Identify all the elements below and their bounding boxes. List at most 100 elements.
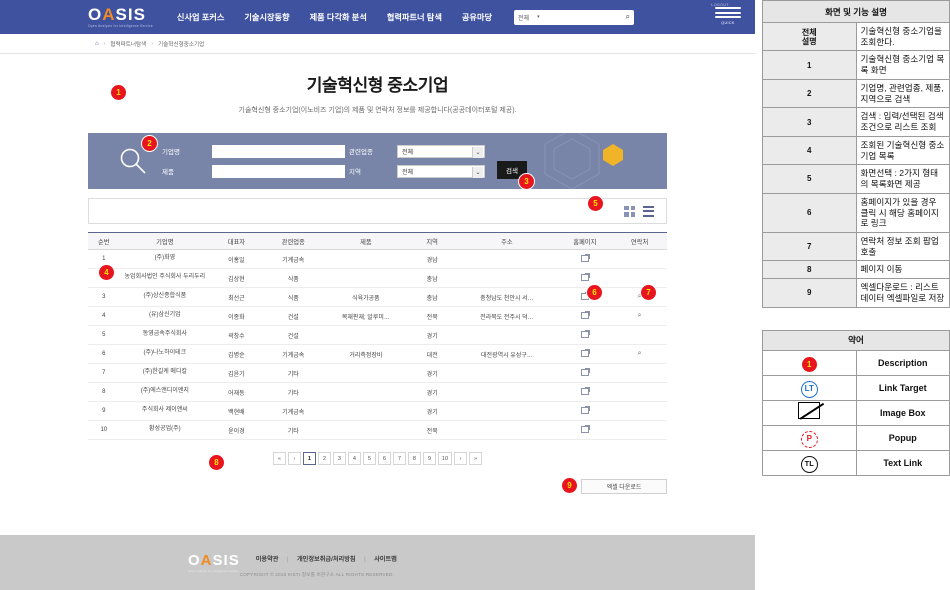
cell-product (323, 420, 408, 440)
table-row[interactable]: 7 (주)한길케 메디칼 김윤기 기타 경기 (88, 363, 667, 383)
search-icon[interactable]: ⌕ (626, 12, 630, 22)
quick-menu-button[interactable]: QUICK (715, 7, 741, 25)
cell-contact[interactable]: ⌕ (612, 344, 667, 364)
list-view-icon[interactable] (643, 205, 654, 217)
cell-homepage[interactable] (557, 249, 613, 269)
pagination-page-6[interactable]: 6 (377, 452, 391, 465)
homepage-link-icon[interactable] (580, 367, 590, 376)
site-logo[interactable]: OASIS Open Analysis for Intelligence Ser… (88, 6, 153, 28)
cell-contact[interactable]: ⌕ (612, 306, 667, 326)
cell-homepage[interactable] (557, 382, 613, 402)
pagination-prev[interactable]: ‹ (287, 452, 301, 465)
page-subtitle: 기술혁신형 중소기업(이노비즈 기업)의 제품 및 연락처 정보를 제공합니다(… (238, 107, 517, 114)
cell-product (323, 325, 408, 345)
homepage-link-icon[interactable] (580, 253, 590, 262)
table-row[interactable]: 2농업회사법인 주식회사 두리두리김상현식품충남 (88, 268, 667, 288)
callout-badge-2: 2 (142, 136, 157, 151)
cell-contact[interactable] (612, 363, 667, 383)
footer-link-privacy[interactable]: 개인정보취급/처리방침 (297, 556, 356, 563)
pagination-page-4[interactable]: 4 (347, 452, 361, 465)
contact-search-icon[interactable]: ⌕ (638, 350, 642, 357)
spec-row: 9 엑셀다운로드 : 리스트 데이터 엑셀파일로 저장 (762, 278, 950, 308)
description-badge-icon: 1 (762, 349, 857, 376)
homepage-link-icon[interactable] (580, 386, 590, 395)
cell-homepage[interactable] (557, 268, 613, 288)
homepage-link-icon[interactable] (580, 272, 590, 281)
cell-contact[interactable]: ⌕ (612, 287, 667, 307)
nav-item-sharing[interactable]: 공유마당 (462, 11, 492, 23)
cell-ceo: 김윤기 (210, 363, 263, 383)
pagination-page-1[interactable]: 1 (302, 452, 316, 465)
cell-company-name: 주식회사 제이앤씨 (119, 401, 211, 421)
pagination-page-2[interactable]: 2 (317, 452, 331, 465)
nav-item-product-diversification[interactable]: 제품 다각화 분석 (310, 11, 367, 23)
table-row[interactable]: 9 주식회사 제이앤씨 백현배 기계금속 경기 (88, 401, 667, 421)
cell-homepage[interactable] (557, 344, 613, 364)
cell-product (323, 363, 408, 383)
cell-contact[interactable] (612, 382, 667, 402)
cell-region: 전북 (407, 306, 457, 326)
spec-row-description: 연락처 정보 조회 팝업 호출 (855, 232, 950, 262)
breadcrumb-item-current: 기술혁신형중소기업 (158, 41, 205, 48)
pagination-next[interactable]: › (454, 452, 468, 465)
callout-badge-5: 5 (588, 196, 603, 211)
cell-contact[interactable] (612, 268, 667, 288)
homepage-link-icon[interactable] (580, 348, 590, 357)
cell-homepage[interactable] (557, 287, 613, 307)
chevron-down-icon[interactable]: ▾ (537, 14, 540, 20)
pagination-page-5[interactable]: 5 (362, 452, 376, 465)
homepage-link-icon[interactable] (580, 329, 590, 338)
cell-contact[interactable] (612, 249, 667, 269)
pagination-page-10[interactable]: 10 (437, 452, 453, 465)
cell-homepage[interactable] (557, 325, 613, 345)
pagination-first[interactable]: « (272, 452, 286, 465)
global-search-box[interactable]: 전체 ▾ ⌕ (514, 9, 635, 25)
company-name-input[interactable] (212, 144, 345, 158)
cell-region: 경기 (407, 382, 457, 402)
cell-contact[interactable] (612, 325, 667, 345)
table-row[interactable]: 5 동영금속주식회사 곽창수 건설 경기 (88, 325, 667, 345)
legend-row-link-target: LT Link Target (762, 374, 950, 401)
cell-contact[interactable] (612, 401, 667, 421)
cell-company-name: (주)한길케 메디칼 (119, 363, 211, 383)
breadcrumb-item-partner-search[interactable]: 협력파트너탐색 (110, 40, 146, 48)
callout-badge-4: 4 (99, 265, 114, 280)
nav-item-partner-search[interactable]: 협력파트너 탐색 (387, 11, 442, 23)
spec-row: 7 연락처 정보 조회 팝업 호출 (762, 232, 950, 262)
table-row[interactable]: 3 (주)상신종합식품 최선근 식품 식육가공품 충남 충청남도 천안시 서… ⌕ (88, 287, 667, 307)
contact-search-icon[interactable]: ⌕ (638, 312, 642, 319)
footer-divider: | (286, 556, 289, 563)
pagination-last[interactable]: » (469, 452, 483, 465)
chevron-down-icon[interactable]: ⌄ (472, 166, 483, 178)
table-row[interactable]: 1 (주)화영 이홍일 기계금속 경남 (88, 249, 667, 269)
search-scope-value[interactable]: 전체 (518, 13, 529, 22)
cell-homepage[interactable] (557, 363, 613, 383)
table-row[interactable]: 10 황성공업(주) 윤이경 기타 전북 (88, 420, 667, 440)
cell-homepage[interactable] (557, 306, 613, 326)
chevron-down-icon[interactable]: ⌄ (472, 146, 483, 158)
footer-link-terms[interactable]: 이용약관 (256, 556, 279, 563)
homepage-link-icon[interactable] (580, 424, 590, 433)
footer-link-sitemap[interactable]: 사이트맵 (374, 556, 397, 563)
nav-item-new-business[interactable]: 신사업 포커스 (177, 11, 224, 23)
cell-contact[interactable] (612, 420, 667, 440)
table-row[interactable]: 6 (주)나노하이테크 김병순 기계금속 거리측정장비 대전 대전광역시 유성구… ⌕ (88, 344, 667, 364)
pagination-page-9[interactable]: 9 (422, 452, 436, 465)
pagination-page-8[interactable]: 8 (407, 452, 421, 465)
cell-homepage[interactable] (557, 401, 613, 421)
grid-view-icon[interactable] (624, 205, 635, 217)
industry-select[interactable]: 전체 ⌄ (397, 144, 485, 158)
table-row[interactable]: 4 (유)삼신기업 이종화 건설 목재판재; 알루미… 전북 전라북도 전주시 덕… ⌕ (88, 306, 667, 326)
spec-row: 4 조회된 기술혁신형 중소기업 목록 (762, 135, 950, 166)
homepage-link-icon[interactable] (580, 405, 590, 414)
home-icon[interactable]: ⌂ (95, 41, 99, 47)
table-row[interactable]: 8 (주)에스앤디이엔지 어재동 기타 경기 (88, 382, 667, 402)
homepage-link-icon[interactable] (580, 310, 590, 319)
excel-download-button[interactable]: 엑셀 다운로드 (581, 479, 667, 494)
pagination-page-7[interactable]: 7 (392, 452, 406, 465)
cell-homepage[interactable] (557, 420, 613, 440)
product-input[interactable] (212, 164, 345, 178)
pagination-page-3[interactable]: 3 (332, 452, 346, 465)
nav-item-tech-market[interactable]: 기술시장동향 (244, 11, 289, 23)
region-select[interactable]: 전체 ⌄ (397, 164, 485, 178)
